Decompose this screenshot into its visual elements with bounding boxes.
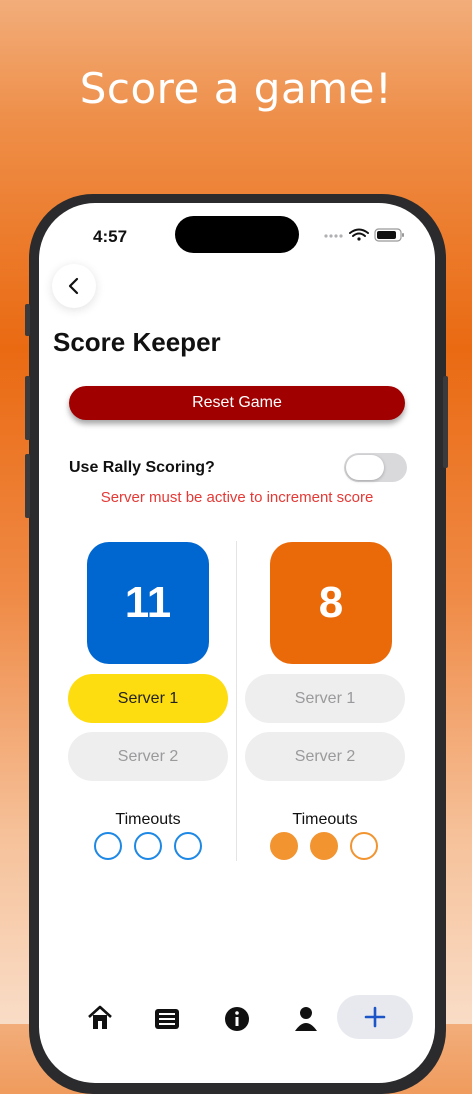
team2-server1-button[interactable]: Server 1 bbox=[245, 674, 405, 723]
team2-server2-button[interactable]: Server 2 bbox=[245, 732, 405, 781]
list-icon[interactable] bbox=[153, 1003, 181, 1031]
plus-icon bbox=[364, 1006, 386, 1028]
reset-game-button[interactable]: Reset Game bbox=[69, 386, 405, 420]
app-screen: 4:57 Score Keeper Reset Game Use Rally S… bbox=[39, 203, 435, 1083]
team1-timeouts bbox=[94, 832, 204, 860]
add-tab-button[interactable] bbox=[337, 995, 413, 1039]
chevron-left-icon bbox=[68, 277, 79, 295]
team2-timeout-1[interactable] bbox=[270, 832, 298, 860]
team-divider bbox=[236, 541, 237, 861]
team2-score[interactable]: 8 bbox=[270, 542, 392, 664]
team2-timeouts-label: Timeouts bbox=[292, 811, 358, 828]
back-button[interactable] bbox=[52, 264, 96, 308]
dynamic-island bbox=[175, 216, 299, 253]
rally-scoring-label: Use Rally Scoring? bbox=[69, 459, 215, 476]
tab-bar bbox=[39, 993, 435, 1083]
page-title: Score Keeper bbox=[53, 327, 221, 357]
team2-timeout-3[interactable] bbox=[350, 832, 378, 860]
status-icons bbox=[324, 228, 404, 242]
promo-headline: Score a game! bbox=[79, 64, 393, 113]
info-icon[interactable] bbox=[223, 1003, 251, 1031]
phone-power-button bbox=[443, 376, 448, 468]
server-warning-text: Server must be active to increment score bbox=[100, 489, 374, 506]
team1-server1-button[interactable]: Server 1 bbox=[68, 674, 228, 723]
signal-icon bbox=[324, 234, 343, 238]
team1-timeout-1[interactable] bbox=[94, 832, 122, 860]
home-icon[interactable] bbox=[86, 1003, 114, 1031]
phone-mute-switch bbox=[25, 304, 30, 336]
team1-score[interactable]: 11 bbox=[87, 542, 209, 664]
battery-icon bbox=[374, 228, 404, 242]
team1-server2-button[interactable]: Server 2 bbox=[68, 732, 228, 781]
phone-volume-up bbox=[25, 376, 30, 440]
status-time: 4:57 bbox=[93, 227, 128, 246]
phone-volume-down bbox=[25, 454, 30, 518]
wifi-icon bbox=[349, 228, 369, 241]
toggle-knob bbox=[346, 455, 384, 480]
team1-timeout-2[interactable] bbox=[134, 832, 162, 860]
team2-timeouts bbox=[270, 832, 380, 860]
team1-timeout-3[interactable] bbox=[174, 832, 202, 860]
team2-timeout-2[interactable] bbox=[310, 832, 338, 860]
rally-scoring-toggle[interactable] bbox=[344, 453, 407, 482]
team1-timeouts-label: Timeouts bbox=[115, 811, 181, 828]
person-icon[interactable] bbox=[292, 1003, 320, 1031]
